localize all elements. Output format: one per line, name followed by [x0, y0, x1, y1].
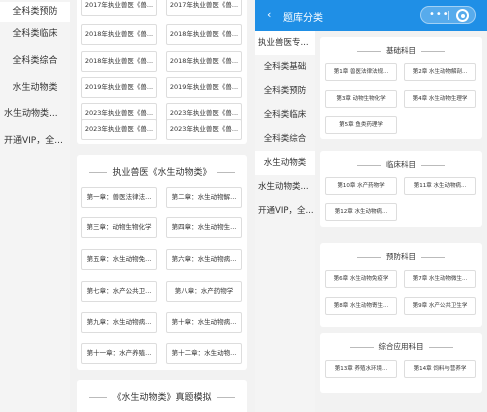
capsule-divider: [448, 11, 449, 20]
chapter-cell[interactable]: 第一章：兽医法律法...: [81, 187, 157, 208]
left-sidebar-item-preventive[interactable]: 全科类预防: [0, 2, 70, 22]
left-card-aquatic-chapters: 执业兽医《水生动物类》 第一章：兽医法律法... 第二章：水生动物解... 第三…: [77, 155, 247, 370]
section-title: 临床科目: [320, 159, 482, 170]
left-main: 2017年执业兽医《兽... 2017年执业兽医《兽... 2018年执业兽医《…: [70, 0, 255, 412]
exam-cell[interactable]: 2019年执业兽医《兽...: [166, 77, 242, 98]
right-screen: ‹ 题库分类 ••• 执业兽医专... 全科类基础 全科类预防 全科类临床 全科…: [255, 0, 487, 412]
back-icon[interactable]: ‹: [267, 8, 271, 21]
card-title: 《水生动物类》真题模拟: [77, 390, 247, 403]
sidebar-item-vet-major[interactable]: 执业兽医专...: [255, 31, 315, 55]
exam-cell[interactable]: 2018年执业兽医《兽...: [166, 24, 242, 45]
left-sidebar-item-clinical[interactable]: 全科类临床: [0, 24, 70, 44]
section-basic: 基础科目 第1章 兽医法律法规... 第2章 水生动物解剖... 第3章 动物生…: [320, 37, 482, 139]
chapter-cell[interactable]: 第二章：水生动物解...: [166, 187, 242, 208]
chapter-cell[interactable]: 第5章 鱼类药理学: [325, 116, 397, 134]
nav-header: ‹ 题库分类 •••: [255, 0, 487, 31]
left-sidebar-item-comprehensive[interactable]: 全科类综合: [0, 51, 70, 71]
sidebar-item-comprehensive[interactable]: 全科类综合: [255, 127, 315, 151]
more-icon[interactable]: •••: [429, 8, 450, 22]
section-title: 预防科目: [320, 251, 482, 262]
exam-cell[interactable]: 2023年执业兽医《兽...: [166, 119, 242, 140]
page-title: 题库分类: [283, 13, 323, 24]
chapter-cell[interactable]: 第3章 动物生物化学: [325, 90, 397, 108]
left-sidebar-item-vip[interactable]: 开通VIP，全...: [0, 131, 70, 151]
section-applied: 综合应用科目 第13章 养殖水环境... 第14章 饲料与营养学: [320, 333, 482, 393]
chapter-cell[interactable]: 第10章 水产药物学: [325, 177, 397, 195]
exam-cell[interactable]: 2018年执业兽医《兽...: [81, 51, 157, 72]
left-sidebar-item-aquatic[interactable]: 水生动物类: [0, 78, 70, 98]
chapter-cell[interactable]: 第9章 水产公共卫生学: [404, 297, 476, 315]
chapter-cell[interactable]: 第2章 水生动物解剖...: [404, 63, 476, 81]
sidebar-item-aquatic[interactable]: 水生动物类: [255, 151, 315, 175]
chapter-cell[interactable]: 第九章：水生动物病...: [81, 312, 157, 333]
left-screen: 全科类预防 全科类临床 全科类综合 水生动物类 水生动物类... 开通VIP，全…: [0, 0, 255, 412]
miniprogram-capsule: •••: [420, 6, 476, 24]
chapter-cell[interactable]: 第8章 水生动物寄生...: [325, 297, 397, 315]
screenshot-root: 全科类预防 全科类临床 全科类综合 水生动物类 水生动物类... 开通VIP，全…: [0, 0, 487, 412]
chapter-cell[interactable]: 第十一章：水产养殖...: [81, 343, 157, 364]
section-clinical: 临床科目 第10章 水产药物学 第11章 水生动物病... 第12章 水生动物病…: [320, 151, 482, 227]
left-card-mock-exams: 《水生动物类》真题模拟: [77, 380, 247, 412]
chapter-cell[interactable]: 第12章 水生动物病...: [325, 203, 397, 221]
chapter-cell[interactable]: 第八章：水产药物学: [166, 281, 242, 302]
right-sidebar: 执业兽医专... 全科类基础 全科类预防 全科类临床 全科类综合 水生动物类 水…: [255, 31, 315, 412]
chapter-cell[interactable]: 第五章：水生动物免...: [81, 249, 157, 270]
chapter-cell[interactable]: 第十二章：水生动物...: [166, 343, 242, 364]
section-title: 基础科目: [320, 45, 482, 56]
exam-cell[interactable]: 2023年执业兽医《兽...: [81, 119, 157, 140]
chapter-cell[interactable]: 第十章：水生动物病...: [166, 312, 242, 333]
right-main: 基础科目 第1章 兽医法律法规... 第2章 水生动物解剖... 第3章 动物生…: [315, 31, 487, 412]
card-title: 执业兽医《水生动物类》: [77, 165, 247, 178]
chapter-cell[interactable]: 第14章 饲料与营养学: [404, 360, 476, 378]
chapter-cell[interactable]: 第六章：水生动物病...: [166, 249, 242, 270]
exam-cell[interactable]: 2017年执业兽医《兽...: [166, 0, 242, 16]
chapter-cell[interactable]: 第7章 水生动物微生...: [404, 270, 476, 288]
left-sidebar: 全科类预防 全科类临床 全科类综合 水生动物类 水生动物类... 开通VIP，全…: [0, 0, 70, 412]
exam-cell[interactable]: 2017年执业兽医《兽...: [81, 0, 157, 16]
left-sidebar-item-aquatic-more[interactable]: 水生动物类...: [0, 104, 70, 124]
sidebar-item-clinical[interactable]: 全科类临床: [255, 103, 315, 127]
chapter-cell[interactable]: 第三章：动物生物化学: [81, 217, 157, 238]
chapter-cell[interactable]: 第七章：水产公共卫...: [81, 281, 157, 302]
exam-cell[interactable]: 2018年执业兽医《兽...: [81, 24, 157, 45]
sidebar-item-preventive[interactable]: 全科类预防: [255, 79, 315, 103]
sidebar-item-aquatic-more[interactable]: 水生动物类...: [255, 175, 315, 199]
chapter-cell[interactable]: 第4章 水生动物生理学: [404, 90, 476, 108]
close-target-icon[interactable]: [456, 9, 469, 22]
sidebar-item-basic[interactable]: 全科类基础: [255, 55, 315, 79]
chapter-cell[interactable]: 第四章：水生动物生...: [166, 217, 242, 238]
exam-cell[interactable]: 2019年执业兽医《兽...: [81, 77, 157, 98]
chapter-cell[interactable]: 第11章 水生动物病...: [404, 177, 476, 195]
left-card-past-exams-tail: 2023年执业兽医《兽... 2023年执业兽医《兽...: [77, 119, 247, 147]
chapter-cell[interactable]: 第1章 兽医法律法规...: [325, 63, 397, 81]
exam-cell[interactable]: 2018年执业兽医《兽...: [166, 51, 242, 72]
sidebar-item-vip[interactable]: 开通VIP，全...: [255, 199, 315, 223]
chapter-cell[interactable]: 第6章 水生动物免疫学: [325, 270, 397, 288]
chapter-cell[interactable]: 第13章 养殖水环境...: [325, 360, 397, 378]
section-preventive: 预防科目 第6章 水生动物免疫学 第7章 水生动物微生... 第8章 水生动物寄…: [320, 243, 482, 327]
section-title: 综合应用科目: [320, 341, 482, 352]
